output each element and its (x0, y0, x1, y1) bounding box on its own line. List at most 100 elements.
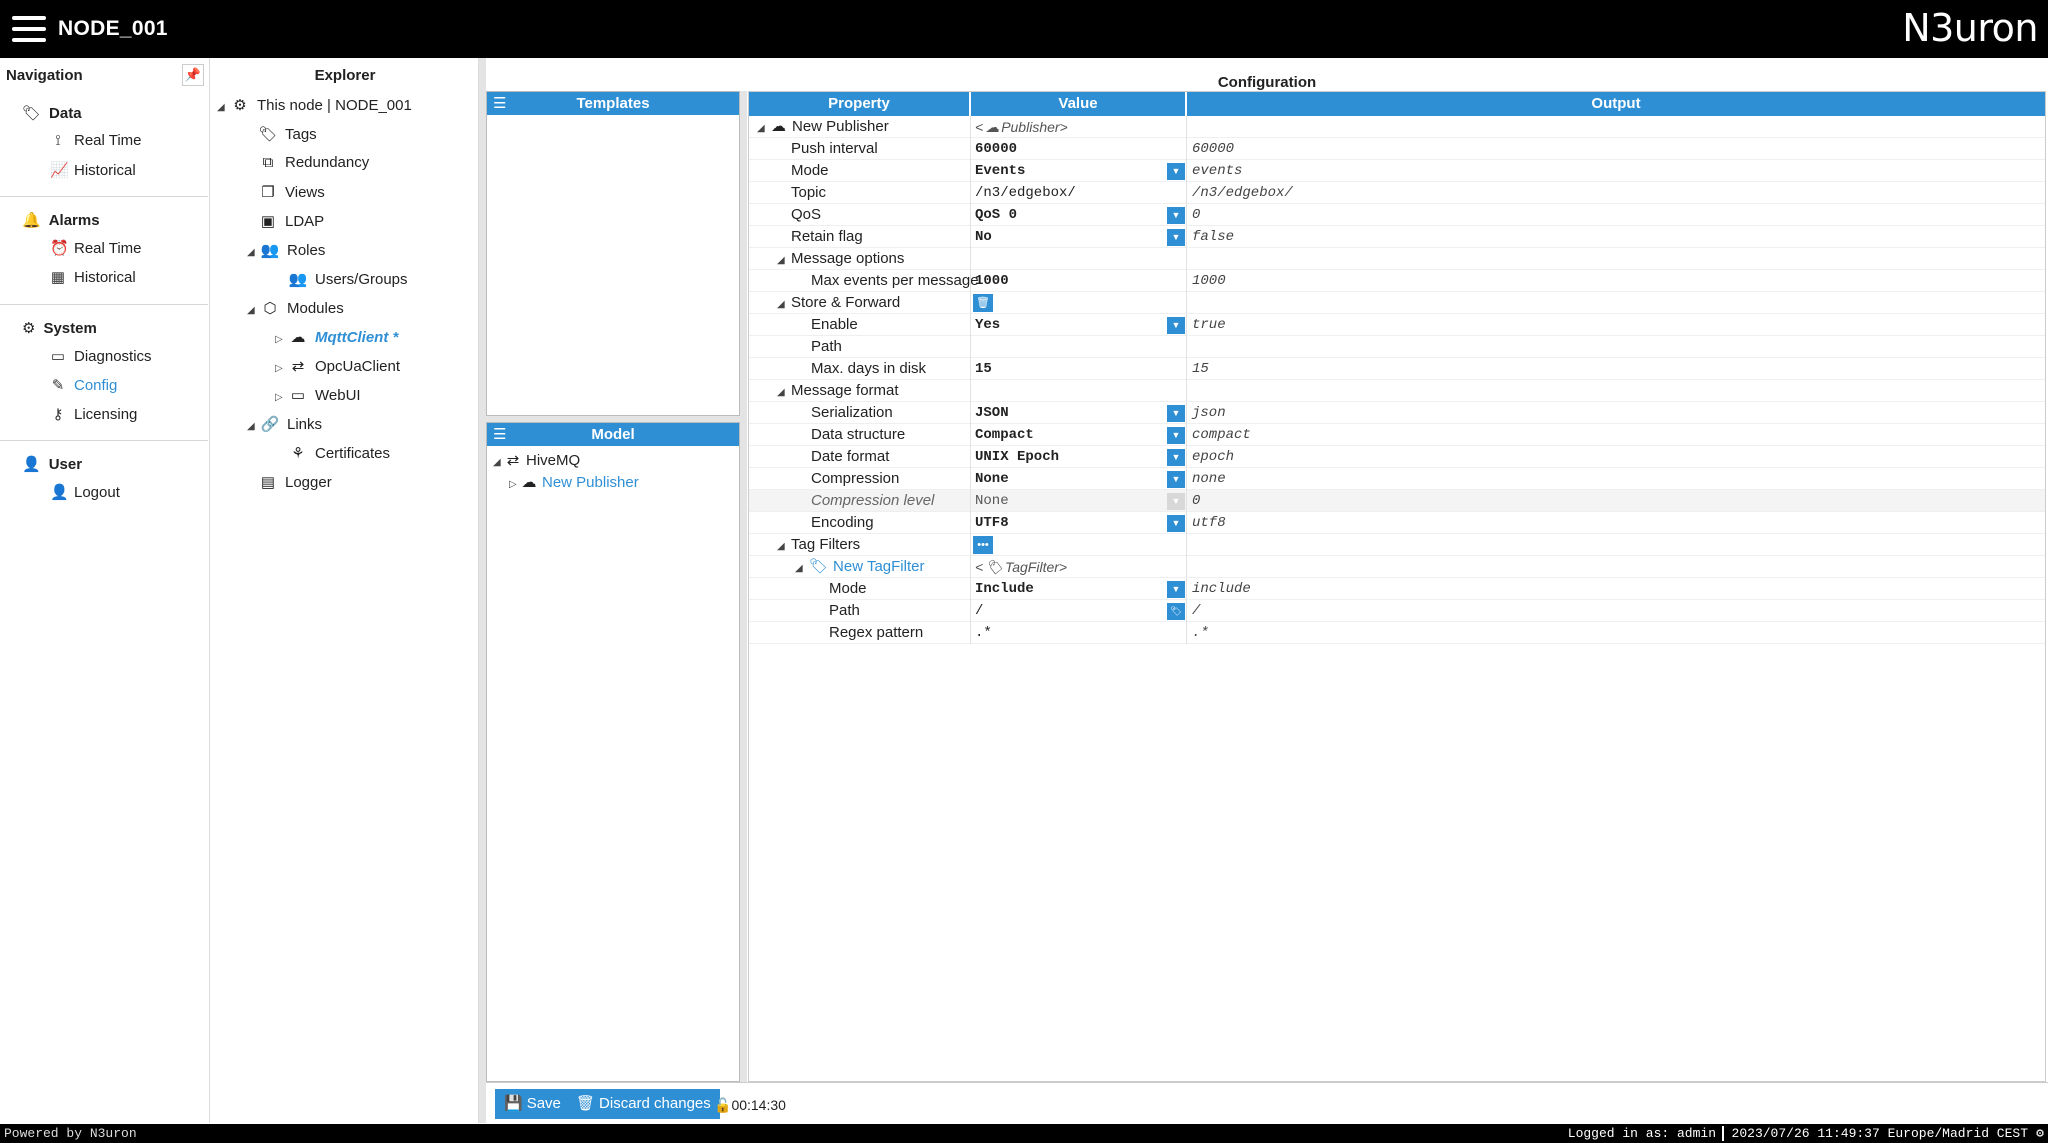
config-row-path[interactable]: Path (749, 336, 2045, 358)
pin-icon[interactable]: 📌 (182, 64, 204, 86)
tree-node-redundancy[interactable]: ⧉ Redundancy (245, 154, 370, 171)
date-format-select[interactable]: UNIX Epoch (971, 446, 1185, 468)
collapsed-triangle-icon[interactable]: ▷ (275, 363, 287, 374)
nav-item-diagnostics[interactable]: ▭ Diagnostics (50, 347, 152, 365)
chevron-down-icon[interactable]: ▼ (1167, 229, 1185, 246)
chevron-down-icon[interactable]: ▼ (1167, 581, 1185, 598)
nav-item-alarms-realtime[interactable]: ⏰ Real Time (50, 239, 142, 257)
config-row-regex-pattern[interactable]: Regex pattern .* .* (749, 622, 2045, 644)
templates-menu-icon[interactable]: ☰ (493, 92, 506, 115)
config-row-qos[interactable]: QoS QoS 0 ▼ 0 (749, 204, 2045, 226)
config-row-push-interval[interactable]: Push interval 60000 60000 (749, 138, 2045, 160)
chevron-down-icon[interactable]: ▼ (1167, 449, 1185, 466)
config-row-max-events[interactable]: Max events per message 1000 1000 (749, 270, 2045, 292)
config-row-max-days[interactable]: Max. days in disk 15 15 (749, 358, 2045, 380)
config-row-filter-mode[interactable]: Mode Include ▼ include (749, 578, 2045, 600)
data-structure-select[interactable]: Compact (971, 424, 1185, 446)
expanded-triangle-icon[interactable]: ◢ (777, 250, 791, 272)
config-row-mode[interactable]: Mode Events ▼ events (749, 160, 2045, 182)
tree-node-modules[interactable]: ◢ ⬡ Modules (247, 299, 344, 317)
config-row-new-publisher[interactable]: ◢ ☁ New Publisher < ☁ Publisher> (749, 116, 2045, 138)
tree-node-mqttclient[interactable]: ▷ ☁ MqttClient * (275, 328, 398, 346)
tree-node-tags[interactable]: 🏷 Tags (245, 125, 316, 143)
nav-item-config[interactable]: ✎ Config (50, 376, 118, 394)
config-row-enable[interactable]: Enable Yes ▼ true (749, 314, 2045, 336)
chevron-down-icon[interactable]: ▼ (1167, 207, 1185, 224)
tree-node-roles[interactable]: ◢ 👥 Roles (247, 241, 325, 259)
expanded-triangle-icon[interactable]: ◢ (777, 382, 791, 404)
tree-node-opcuaclient[interactable]: ▷ ⇄ OpcUaClient (275, 357, 400, 375)
chevron-down-icon[interactable]: ▼ (1167, 471, 1185, 488)
tree-node-users-groups[interactable]: 👥 Users/Groups (275, 270, 408, 288)
collapsed-triangle-icon[interactable]: ▷ (509, 479, 521, 490)
nav-item-licensing[interactable]: ⚷ Licensing (50, 405, 138, 423)
regex-pattern-input[interactable]: .* (971, 622, 1185, 644)
config-row-retain-flag[interactable]: Retain flag No ▼ false (749, 226, 2045, 248)
mode-select[interactable]: Events (971, 160, 1185, 182)
serialization-select[interactable]: JSON (971, 402, 1185, 424)
gear-icon[interactable]: ⚙ (2036, 1124, 2044, 1143)
config-row-store-forward[interactable]: ◢ Store & Forward 🗑 (749, 292, 2045, 314)
compression-select[interactable]: None (971, 468, 1185, 490)
config-row-filter-path[interactable]: Path / 🏷 / (749, 600, 2045, 622)
tag-picker-icon[interactable]: 🏷 (1167, 603, 1185, 620)
push-interval-input[interactable]: 60000 (971, 138, 1185, 160)
config-row-new-tagfilter[interactable]: ◢ 🏷 New TagFilter < 🏷 TagFilter> (749, 556, 2045, 578)
config-splitter[interactable] (740, 91, 747, 1082)
config-row-serialization[interactable]: Serialization JSON ▼ json (749, 402, 2045, 424)
nav-item-alarms-historical[interactable]: ▦ Historical (50, 268, 136, 286)
tree-node-certificates[interactable]: ⚘ Certificates (275, 444, 390, 462)
chevron-down-icon[interactable]: ▼ (1167, 317, 1185, 334)
qos-select[interactable]: QoS 0 (971, 204, 1185, 226)
config-row-message-format[interactable]: ◢ Message format (749, 380, 2045, 402)
hamburger-menu-icon[interactable] (12, 16, 46, 42)
collapsed-triangle-icon[interactable]: ▷ (275, 334, 287, 345)
expanded-triangle-icon[interactable]: ◢ (777, 536, 791, 558)
tree-node-this-node[interactable]: ◢ ⚙ This node | NODE_001 (217, 96, 412, 114)
max-events-input[interactable]: 1000 (971, 270, 1185, 292)
chevron-down-icon[interactable]: ▼ (1167, 515, 1185, 532)
model-menu-icon[interactable]: ☰ (493, 423, 506, 446)
retain-flag-select[interactable]: No (971, 226, 1185, 248)
expanded-triangle-icon[interactable]: ◢ (493, 457, 505, 468)
save-button[interactable]: 💾 Save (495, 1089, 570, 1119)
config-row-encoding[interactable]: Encoding UTF8 ▼ utf8 (749, 512, 2045, 534)
collapsed-triangle-icon[interactable]: ▷ (275, 392, 287, 403)
filter-mode-select[interactable]: Include (971, 578, 1185, 600)
chevron-down-icon[interactable]: ▼ (1167, 405, 1185, 422)
tree-node-webui[interactable]: ▷ ▭ WebUI (275, 386, 361, 404)
max-days-input[interactable]: 15 (971, 358, 1185, 380)
path-input[interactable] (971, 336, 1185, 358)
config-row-topic[interactable]: Topic /n3/edgebox/ /n3/edgebox/ (749, 182, 2045, 204)
chevron-down-icon[interactable]: ▼ (1167, 427, 1185, 444)
model-node-hivemq[interactable]: ◢ ⇄ HiveMQ (493, 451, 580, 469)
enable-select[interactable]: Yes (971, 314, 1185, 336)
expanded-triangle-icon[interactable]: ◢ (757, 118, 771, 140)
tree-node-logger[interactable]: ▤ Logger (245, 473, 332, 491)
filter-path-input[interactable]: / (971, 600, 1185, 622)
expanded-triangle-icon[interactable]: ◢ (247, 247, 259, 258)
config-row-tag-filters[interactable]: ◢ Tag Filters ••• (749, 534, 2045, 556)
nav-item-data-realtime[interactable]: ⟟ Real Time (50, 132, 141, 149)
topic-input[interactable]: /n3/edgebox/ (971, 182, 1185, 204)
tree-node-ldap[interactable]: ▣ LDAP (245, 212, 324, 230)
nav-item-logout[interactable]: 👤 Logout (50, 483, 120, 501)
more-options-icon[interactable]: ••• (973, 536, 993, 554)
config-row-data-structure[interactable]: Data structure Compact ▼ compact (749, 424, 2045, 446)
config-row-message-options[interactable]: ◢ Message options (749, 248, 2045, 270)
tree-node-links[interactable]: ◢ 🔗 Links (247, 415, 322, 433)
nav-item-data-historical[interactable]: 📈 Historical (50, 161, 136, 179)
model-node-new-publisher[interactable]: ▷ ☁ New Publisher (509, 473, 639, 491)
explorer-splitter[interactable] (479, 58, 486, 1123)
tree-node-views[interactable]: ❐ Views (245, 183, 324, 201)
expanded-triangle-icon[interactable]: ◢ (777, 294, 791, 316)
expanded-triangle-icon[interactable]: ◢ (247, 421, 259, 432)
expanded-triangle-icon[interactable]: ◢ (247, 305, 259, 316)
config-row-date-format[interactable]: Date format UNIX Epoch ▼ epoch (749, 446, 2045, 468)
discard-changes-button[interactable]: 🗑 Discard changes (567, 1089, 720, 1119)
expanded-triangle-icon[interactable]: ◢ (217, 102, 229, 113)
trash-icon[interactable]: 🗑 (973, 294, 993, 312)
expanded-triangle-icon[interactable]: ◢ (795, 558, 809, 580)
encoding-select[interactable]: UTF8 (971, 512, 1185, 534)
chevron-down-icon[interactable]: ▼ (1167, 163, 1185, 180)
